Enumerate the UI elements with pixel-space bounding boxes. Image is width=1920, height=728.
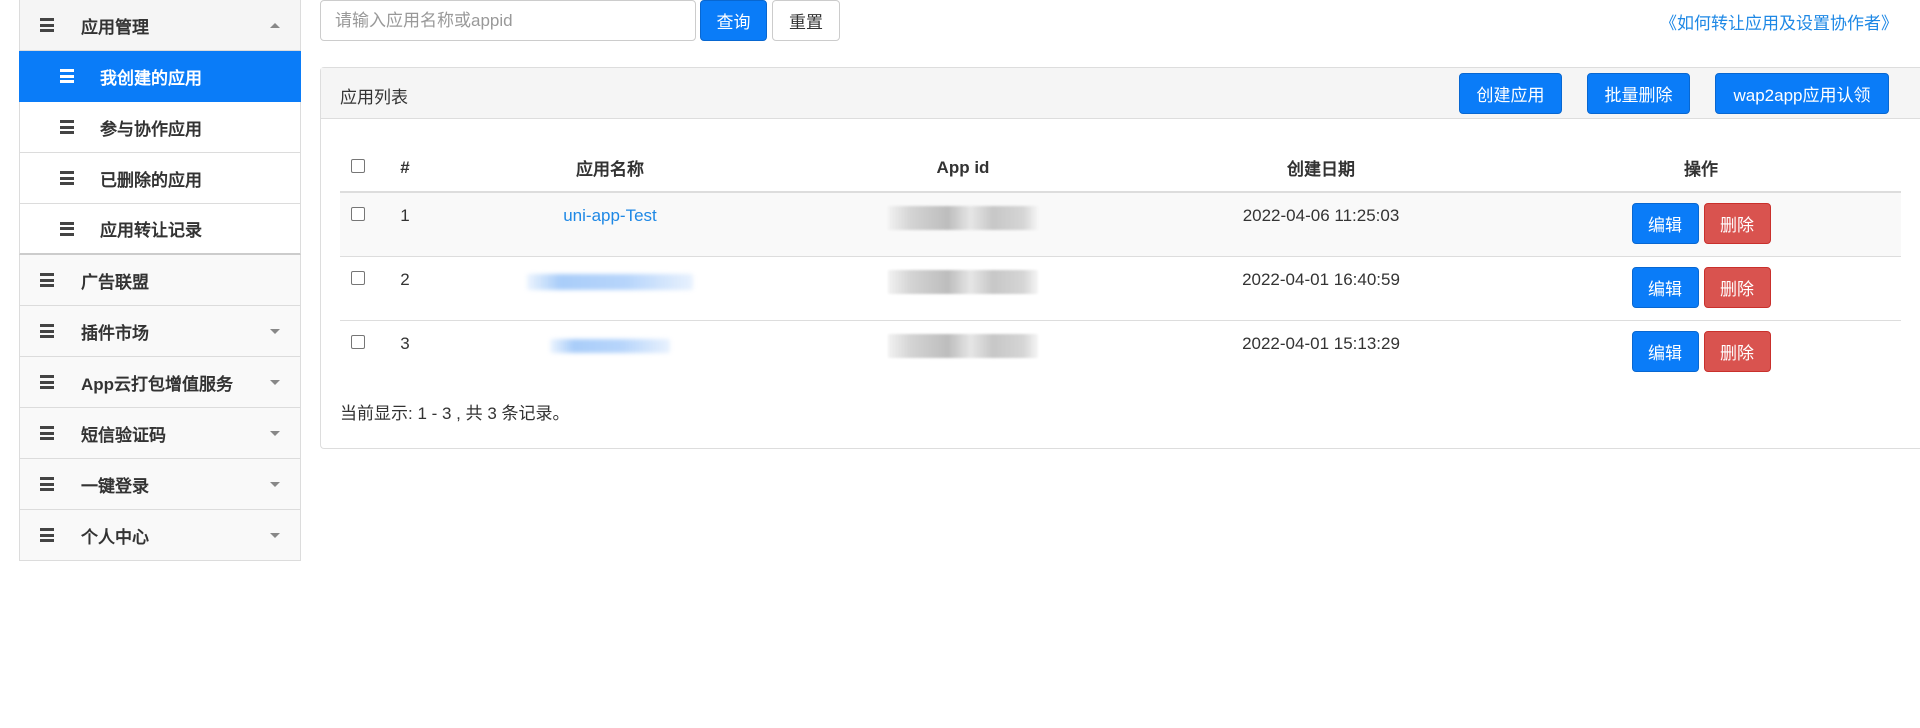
- sidebar-item-my-apps[interactable]: 我创建的应用: [19, 51, 301, 102]
- menu-icon: [60, 171, 74, 185]
- row-select-cell: [340, 319, 375, 384]
- menu-sms-code[interactable]: 短信验证码: [19, 408, 301, 459]
- sidebar-item-label: 已删除的应用: [100, 170, 202, 190]
- menu-label: 短信验证码: [81, 425, 166, 445]
- row-actions: 编辑 删除: [1501, 255, 1901, 320]
- menu-icon: [40, 426, 54, 440]
- sidebar-item-label: 我创建的应用: [100, 68, 202, 88]
- menu-personal-center[interactable]: 个人中心: [19, 510, 301, 561]
- table-row: 2 2022-04-01 16:40:59 编辑 删除: [340, 255, 1901, 320]
- menu-label: 应用管理: [81, 17, 149, 37]
- menu-ad-union[interactable]: 广告联盟: [19, 255, 301, 306]
- menu-one-click-login[interactable]: 一键登录: [19, 459, 301, 510]
- sidebar: 应用管理 我创建的应用 参与协作应用 已删除的应用 应用转让记录 广告联盟 插件…: [19, 0, 301, 561]
- menu-icon: [40, 324, 54, 338]
- row-checkbox[interactable]: [350, 334, 365, 349]
- batch-delete-button[interactable]: 批量删除: [1587, 73, 1690, 114]
- row-app-name: [435, 255, 785, 320]
- query-button[interactable]: 查询: [700, 0, 767, 41]
- select-all-checkbox[interactable]: [350, 159, 365, 173]
- app-name-link[interactable]: uni-app-Test: [563, 206, 657, 225]
- delete-button[interactable]: 删除: [1703, 330, 1771, 372]
- menu-icon: [60, 120, 74, 134]
- row-actions: 编辑 删除: [1501, 191, 1901, 256]
- menu-icon: [40, 273, 54, 287]
- row-app-id: [785, 191, 1141, 256]
- menu-plugin-market[interactable]: 插件市场: [19, 306, 301, 357]
- col-index: #: [375, 144, 435, 193]
- row-created-date: 2022-04-01 16:40:59: [1141, 255, 1501, 320]
- redacted-app-name[interactable]: [550, 338, 670, 353]
- delete-button[interactable]: 删除: [1703, 266, 1771, 308]
- menu-icon: [40, 477, 54, 491]
- menu-icon: [40, 528, 54, 542]
- menu-label: 个人中心: [81, 527, 149, 547]
- redacted-app-name[interactable]: [527, 273, 693, 290]
- chevron-down-icon: [270, 329, 280, 334]
- search-input[interactable]: [320, 0, 696, 41]
- chevron-down-icon: [270, 482, 280, 487]
- sidebar-item-collab-apps[interactable]: 参与协作应用: [19, 102, 301, 153]
- chevron-down-icon: [270, 533, 280, 538]
- chevron-up-icon: [270, 23, 280, 28]
- pagination-summary: 当前显示: 1 - 3 , 共 3 条记录。: [340, 404, 570, 423]
- edit-button[interactable]: 编辑: [1631, 203, 1699, 244]
- table-header-row: # 应用名称 App id 创建日期 操作: [340, 144, 1901, 193]
- redacted-app-id: [888, 333, 1038, 358]
- sidebar-item-label: 应用转让记录: [100, 221, 202, 240]
- row-checkbox[interactable]: [350, 207, 365, 221]
- row-index: 2: [375, 255, 435, 320]
- col-actions: 操作: [1501, 144, 1901, 193]
- menu-icon: [40, 18, 54, 32]
- chevron-down-icon: [270, 380, 280, 385]
- menu-icon: [40, 375, 54, 389]
- menu-label: 广告联盟: [81, 272, 149, 292]
- wap2app-claim-button[interactable]: wap2app应用认领: [1715, 73, 1889, 114]
- sidebar-item-transfer-records[interactable]: 应用转让记录: [19, 204, 301, 255]
- table-row: 1 uni-app-Test 2022-04-06 11:25:03 编辑 删除: [340, 191, 1901, 256]
- row-checkbox[interactable]: [350, 270, 365, 285]
- create-app-button[interactable]: 创建应用: [1459, 73, 1562, 114]
- row-index: 3: [375, 319, 435, 384]
- app-table: # 应用名称 App id 创建日期 操作 1 uni-app-Test 202…: [340, 144, 1901, 384]
- reset-button[interactable]: 重置: [772, 0, 840, 41]
- panel-heading: 应用列表 创建应用 批量删除 wap2app应用认领: [321, 68, 1920, 119]
- row-app-id: [785, 319, 1141, 384]
- chevron-down-icon: [270, 431, 280, 436]
- menu-cloud-build[interactable]: App云打包增值服务: [19, 357, 301, 408]
- menu-app-management[interactable]: 应用管理: [19, 0, 301, 51]
- row-app-name: uni-app-Test: [435, 191, 785, 256]
- sidebar-item-deleted-apps[interactable]: 已删除的应用: [19, 153, 301, 204]
- row-app-name: [435, 319, 785, 384]
- transfer-help-link[interactable]: 《如何转让应用及设置协作者》: [1660, 9, 1898, 34]
- edit-button[interactable]: 编辑: [1631, 330, 1699, 372]
- row-actions: 编辑 删除: [1501, 319, 1901, 384]
- menu-icon: [60, 69, 74, 83]
- row-created-date: 2022-04-06 11:25:03: [1141, 191, 1501, 256]
- panel-title: 应用列表: [340, 88, 408, 107]
- col-app-name: 应用名称: [435, 144, 785, 193]
- row-select-cell: [340, 191, 375, 256]
- menu-label: 插件市场: [81, 323, 149, 343]
- redacted-app-id: [888, 206, 1038, 230]
- table-row: 3 2022-04-01 15:13:29 编辑 删除: [340, 319, 1901, 384]
- col-app-id: App id: [785, 144, 1141, 193]
- select-all-cell: [340, 144, 375, 193]
- col-created-date: 创建日期: [1141, 144, 1501, 193]
- delete-button[interactable]: 删除: [1703, 203, 1771, 244]
- edit-button[interactable]: 编辑: [1631, 266, 1699, 308]
- menu-icon: [60, 221, 74, 236]
- redacted-app-id: [888, 269, 1038, 294]
- menu-label: App云打包增值服务: [81, 374, 234, 394]
- row-created-date: 2022-04-01 15:13:29: [1141, 319, 1501, 384]
- menu-label: 一键登录: [81, 476, 149, 496]
- row-index: 1: [375, 191, 435, 256]
- app-list-panel: 应用列表 创建应用 批量删除 wap2app应用认领 # 应用名称 App id…: [320, 67, 1920, 449]
- row-select-cell: [340, 255, 375, 320]
- row-app-id: [785, 255, 1141, 320]
- sidebar-item-label: 参与协作应用: [100, 119, 202, 139]
